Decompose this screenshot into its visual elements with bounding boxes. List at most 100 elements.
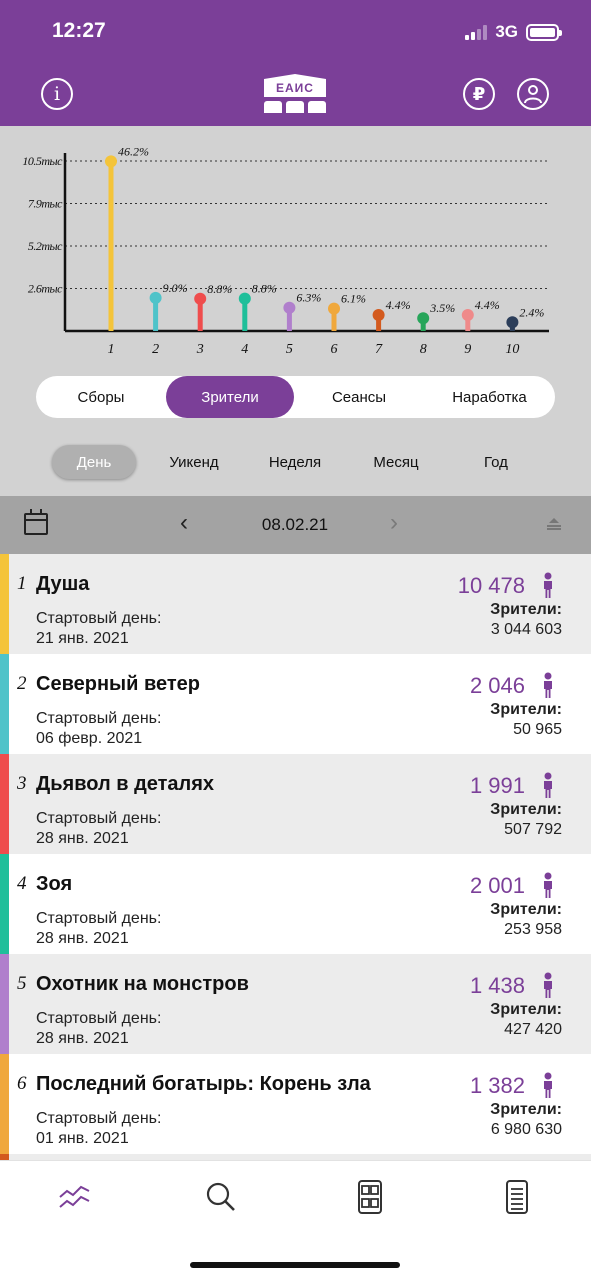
start-day-date: 28 янв. 2021: [36, 930, 129, 947]
sort-icon[interactable]: [547, 518, 561, 530]
total-viewers-label: Зрители:: [490, 1001, 562, 1018]
percent-label: 4.4%: [475, 298, 500, 312]
film-title: Зоя: [36, 873, 73, 895]
x-tick-label: 9: [464, 342, 471, 357]
x-tick-label: 5: [286, 342, 293, 357]
info-glyph: i: [53, 83, 61, 105]
start-day-label: Стартовый день:: [36, 1010, 162, 1027]
film-row[interactable]: 2 Северный ветер Стартовый день: 06 февр…: [0, 654, 591, 754]
logo-text: ЕАИС: [264, 79, 326, 97]
day-viewers-count: 10 478: [457, 573, 525, 598]
start-day-date: 01 янв. 2021: [36, 1130, 129, 1147]
total-viewers-value: 3 044 603: [490, 621, 562, 638]
home-indicator: [190, 1262, 400, 1268]
period-weekend[interactable]: Уикенд: [136, 445, 252, 479]
viewers-chart: 2.6тыс 5.2тыс 7.9тыс 10.5тыс 46.2% 1 9.0% 2 8.8%…: [22, 144, 549, 357]
network-type: 3G: [495, 22, 518, 41]
bar-head: [372, 308, 385, 321]
bar-head: [328, 302, 340, 315]
total-viewers-label: Зрители:: [490, 601, 562, 618]
day-viewers-count: 1 991: [469, 773, 525, 798]
logo-seats: [264, 101, 326, 113]
person-icon: [544, 872, 552, 898]
film-rank: 6: [17, 1073, 27, 1094]
tab-sbory[interactable]: Сборы: [36, 376, 166, 418]
ruble-glyph: ₽: [472, 83, 486, 104]
battery-icon: [526, 23, 562, 41]
rank-color-stripe: [0, 1054, 9, 1154]
total-viewers-label: Зрители:: [490, 901, 562, 918]
film-title: Дьявол в деталях: [36, 773, 215, 795]
percent-label: 6.1%: [341, 292, 366, 306]
period-year[interactable]: Год: [454, 445, 538, 479]
chart-trend-icon[interactable]: [55, 1179, 95, 1215]
app-header: 12:27 3G i ЕАИС ₽: [0, 0, 591, 126]
tab-seansy[interactable]: Сеансы: [294, 376, 424, 418]
start-day-date: 28 янв. 2021: [36, 1030, 129, 1047]
percent-label: 4.4%: [386, 298, 411, 312]
x-tick-label: 7: [375, 342, 383, 357]
bar-head: [238, 292, 251, 305]
user-glyph: [524, 85, 542, 104]
start-day-date: 28 янв. 2021: [36, 830, 129, 847]
film-row[interactable]: 6 Последний богатырь: Корень зла Стартов…: [0, 1054, 591, 1154]
current-date[interactable]: 08.02.21: [230, 515, 360, 535]
period-tabs: День Уикенд Неделя Месяц Год: [40, 444, 551, 480]
start-day-label: Стартовый день:: [36, 1110, 162, 1127]
start-day-date: 06 февр. 2021: [36, 730, 143, 747]
percent-label: 9.0%: [163, 281, 188, 295]
rank-color-stripe: [0, 554, 9, 654]
cinema-list-icon[interactable]: [350, 1179, 390, 1215]
start-day-label: Стартовый день:: [36, 910, 162, 927]
tab-narabotka[interactable]: Наработка: [424, 376, 555, 418]
period-month[interactable]: Месяц: [338, 445, 454, 479]
film-row[interactable]: 1 Душа Стартовый день: 21 янв. 2021 10 4…: [0, 554, 591, 654]
bar-head: [461, 308, 474, 321]
film-rank: 2: [17, 673, 27, 694]
prev-date-button[interactable]: ‹: [180, 509, 188, 537]
film-row[interactable]: 5 Охотник на монстров Стартовый день: 28…: [0, 954, 591, 1054]
percent-label: 8.8%: [252, 282, 277, 296]
ruble-icon[interactable]: ₽: [463, 78, 495, 110]
y-tick-label: 7.9тыс: [28, 197, 63, 211]
period-week[interactable]: Неделя: [252, 445, 338, 479]
start-day-date: 21 янв. 2021: [36, 630, 129, 647]
status-time: 12:27: [52, 19, 106, 42]
x-tick-label: 1: [108, 342, 115, 357]
start-day-label: Стартовый день:: [36, 710, 162, 727]
day-viewers-count: 1 382: [469, 1073, 525, 1098]
calendar-icon[interactable]: [24, 509, 48, 535]
film-title: Охотник на монстров: [36, 973, 249, 995]
bar-head: [417, 312, 430, 325]
y-tick-label: 10.5тыс: [22, 154, 63, 168]
user-icon[interactable]: [517, 78, 549, 110]
rank-color-stripe: [0, 954, 9, 1054]
next-date-button[interactable]: ›: [390, 509, 398, 537]
bar-head: [149, 291, 162, 304]
film-rank: 1: [17, 573, 27, 594]
total-viewers-value: 50 965: [513, 721, 562, 738]
search-icon[interactable]: [201, 1179, 241, 1215]
day-viewers-count: 2 001: [469, 873, 525, 898]
film-row[interactable]: 4 Зоя Стартовый день: 28 янв. 2021 2 001…: [0, 854, 591, 954]
x-tick-label: 2: [152, 342, 159, 357]
person-icon: [544, 1072, 552, 1098]
period-day[interactable]: День: [52, 445, 136, 479]
film-title: Душа: [36, 573, 90, 595]
film-rank: 5: [17, 973, 27, 994]
metric-tabs: Сборы Зрители Сеансы Наработка: [36, 376, 555, 418]
info-icon[interactable]: i: [41, 78, 73, 110]
film-rank: 4: [17, 873, 27, 894]
y-tick-label: 5.2тыс: [28, 239, 63, 253]
tab-zriteli[interactable]: Зрители: [166, 376, 294, 418]
person-icon: [544, 672, 552, 698]
rank-color-stripe: [0, 754, 9, 854]
percent-label: 2.4%: [519, 305, 544, 319]
date-bar: ‹ 08.02.21 ›: [0, 496, 591, 554]
y-tick-label: 2.6тыс: [28, 282, 63, 296]
bar-head: [283, 301, 296, 314]
document-icon[interactable]: [497, 1179, 537, 1215]
total-viewers-value: 6 980 630: [490, 1121, 562, 1138]
film-row[interactable]: 3 Дьявол в деталях Стартовый день: 28 ян…: [0, 754, 591, 854]
x-tick-label: 4: [241, 342, 248, 357]
